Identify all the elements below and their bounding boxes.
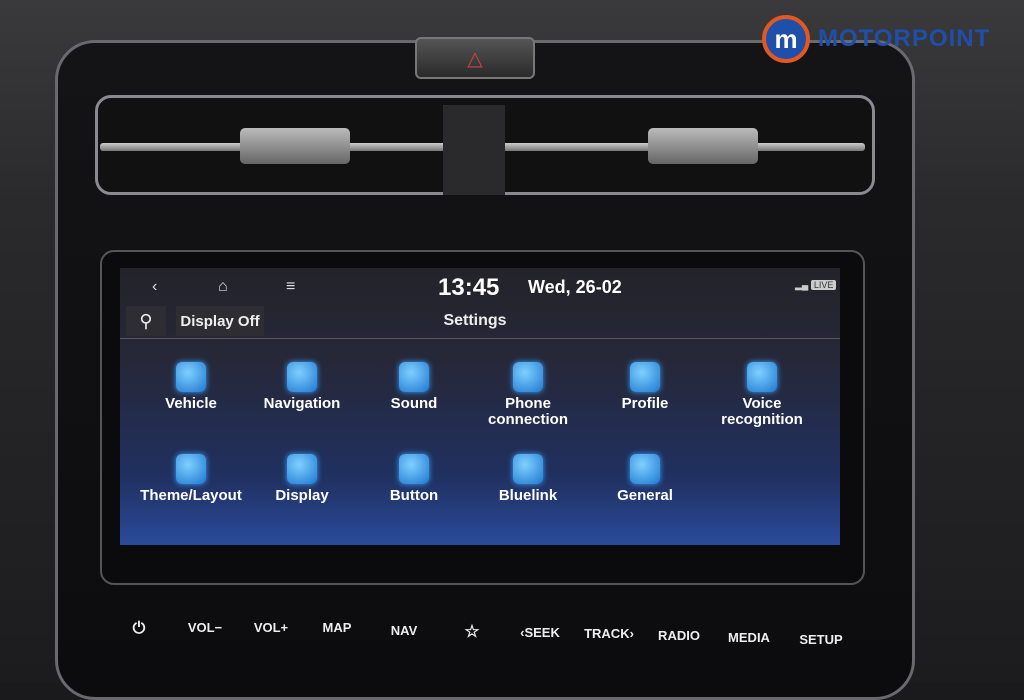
settings-item-button[interactable]: Button xyxy=(354,454,474,504)
navigation-icon xyxy=(287,362,317,392)
microphone-icon xyxy=(747,362,777,392)
vent-clip-right[interactable] xyxy=(648,128,758,164)
power-button[interactable]: ⏻ xyxy=(133,620,146,638)
vent-center-divider xyxy=(443,105,505,195)
brand-logo: m MOTORPOINT xyxy=(762,15,990,63)
header-divider xyxy=(120,338,840,339)
page-title: Settings xyxy=(443,312,507,329)
settings-item-phone-connection[interactable]: Phone connection xyxy=(468,362,588,428)
settings-item-voice-recognition[interactable]: Voice recognition xyxy=(702,362,822,428)
brand-name: MOTORPOINT xyxy=(818,25,991,52)
signal-icon: ▂▄ xyxy=(795,280,809,290)
settings-item-navigation[interactable]: Navigation xyxy=(242,362,362,412)
map-button[interactable]: MAP xyxy=(323,620,352,635)
hazard-icon: △ xyxy=(467,47,483,70)
profile-icon xyxy=(630,362,660,392)
button-hand-icon xyxy=(399,454,429,484)
clock-time: 13:45 xyxy=(438,274,500,301)
media-button[interactable]: MEDIA xyxy=(728,630,770,645)
hardware-button-row: ⏻ VOL− VOL+ MAP NAV ☆ ‹SEEK TRACK› RADIO… xyxy=(0,620,1024,650)
seek-back-button[interactable]: ‹SEEK xyxy=(520,625,560,640)
car-gear-icon xyxy=(176,362,206,392)
settings-item-theme-layout[interactable]: Theme/Layout xyxy=(131,454,251,504)
theme-icon xyxy=(176,454,206,484)
settings-item-sound[interactable]: Sound xyxy=(354,362,474,412)
bluelink-icon xyxy=(513,454,543,484)
track-forward-button[interactable]: TRACK› xyxy=(584,626,634,641)
settings-item-bluelink[interactable]: Bluelink xyxy=(468,454,588,504)
status-indicators: ▂▄ LIVE xyxy=(795,280,837,291)
brand-mark: m xyxy=(762,15,810,63)
menu-icon[interactable]: ≡ xyxy=(286,278,295,296)
infotainment-screen: ‹ ⌂ ≡ 13:45 Wed, 26-02 ▂▄ LIVE ⚲ Display… xyxy=(120,268,840,545)
home-icon[interactable]: ⌂ xyxy=(218,278,228,296)
phone-icon xyxy=(513,362,543,392)
back-icon[interactable]: ‹ xyxy=(152,278,157,296)
clock-date: Wed, 26-02 xyxy=(528,277,622,297)
volume-down-button[interactable]: VOL− xyxy=(188,620,222,635)
nav-button[interactable]: NAV xyxy=(391,623,417,638)
settings-item-profile[interactable]: Profile xyxy=(585,362,705,412)
speaker-icon xyxy=(399,362,429,392)
hazard-button[interactable]: △ xyxy=(415,37,535,79)
settings-item-general[interactable]: General xyxy=(585,454,705,504)
settings-item-display[interactable]: Display xyxy=(242,454,362,504)
settings-item-vehicle[interactable]: Vehicle xyxy=(131,362,251,412)
setup-button[interactable]: SETUP xyxy=(799,632,842,647)
radio-button[interactable]: RADIO xyxy=(658,628,700,643)
vent-clip-left[interactable] xyxy=(240,128,350,164)
display-icon xyxy=(287,454,317,484)
volume-up-button[interactable]: VOL+ xyxy=(254,620,288,635)
favorite-button[interactable]: ☆ xyxy=(464,622,479,642)
live-badge: LIVE xyxy=(810,280,837,290)
gear-icon xyxy=(630,454,660,484)
